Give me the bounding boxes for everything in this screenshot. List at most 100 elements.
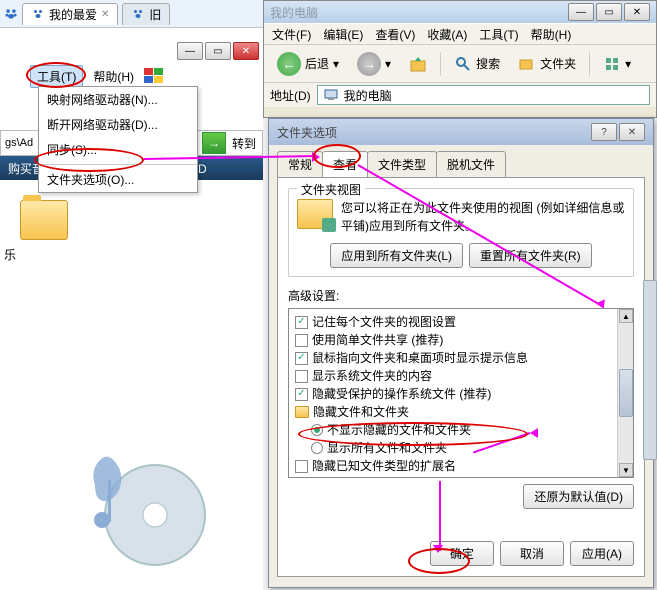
menu-view[interactable]: 查看(V): [375, 26, 415, 43]
tree-item-show-system[interactable]: 显示系统文件夹的内容: [295, 367, 611, 385]
checkbox-icon[interactable]: [295, 316, 308, 329]
minimize-button[interactable]: —: [568, 3, 594, 21]
apply-button[interactable]: 应用(A): [570, 541, 634, 566]
views-icon: [603, 55, 621, 73]
tab-general[interactable]: 常规: [277, 151, 323, 177]
menu-help[interactable]: 帮助(H): [531, 26, 572, 43]
tab-label: 我的最爱: [49, 6, 97, 23]
folder-view-icon: [297, 199, 333, 229]
cancel-button[interactable]: 取消: [500, 541, 564, 566]
browser-tab-bar: 我的最爱 ✕ 旧: [0, 0, 263, 28]
search-button[interactable]: 搜索: [447, 50, 507, 78]
chevron-down-icon: ▾: [625, 57, 631, 71]
close-button[interactable]: ✕: [619, 123, 645, 141]
close-button[interactable]: ✕: [233, 42, 259, 60]
views-button[interactable]: ▾: [596, 50, 638, 78]
minimize-button[interactable]: —: [177, 42, 203, 60]
menu-disconnect-drive[interactable]: 断开网络驱动器(D)...: [39, 112, 197, 137]
menu-folder-options[interactable]: 文件夹选项(O)...: [39, 167, 197, 192]
up-button[interactable]: [402, 50, 434, 78]
tree-item-show-all-hidden[interactable]: 显示所有文件和文件夹: [295, 439, 611, 457]
tree-item-dont-show-hidden[interactable]: 不显示隐藏的文件和文件夹: [295, 421, 611, 439]
chevron-down-icon: ▾: [333, 57, 339, 71]
scroll-thumb[interactable]: [619, 369, 633, 417]
apply-all-folders-button[interactable]: 应用到所有文件夹(L): [330, 243, 463, 268]
tree-item-hover-tips[interactable]: 鼠标指向文件夹和桌面项时显示提示信息: [295, 349, 611, 367]
menu-favorites[interactable]: 收藏(A): [427, 26, 467, 43]
tab-favorites[interactable]: 我的最爱 ✕: [22, 3, 118, 25]
advanced-settings-label: 高级设置:: [288, 287, 634, 304]
folder-options-dialog: 文件夹选项 ? ✕ 常规 查看 文件类型 脱机文件 文件夹视图 您可以将正在为此…: [268, 118, 654, 588]
goto-label: 转到: [226, 135, 262, 152]
menu-tools[interactable]: 工具(T): [479, 26, 518, 43]
menu-edit[interactable]: 编辑(E): [323, 26, 363, 43]
tab-offline[interactable]: 脱机文件: [436, 151, 506, 177]
tools-dropdown-menu: 映射网络驱动器(N)... 断开网络驱动器(D)... 同步(S)... 文件夹…: [38, 86, 198, 193]
menu-help[interactable]: 帮助(H): [87, 66, 140, 87]
checkbox-icon[interactable]: [295, 370, 308, 383]
tree-content: 记住每个文件夹的视图设置 使用简单文件共享 (推荐) 鼠标指向文件夹和桌面项时显…: [289, 309, 617, 477]
explorer-address-bar: 地址(D) 我的电脑: [264, 83, 656, 107]
folder-icon: [295, 406, 309, 418]
checkbox-icon[interactable]: [295, 334, 308, 347]
explorer-title-bar: 我的电脑 — ▭ ✕: [264, 1, 656, 23]
close-icon[interactable]: ✕: [101, 9, 109, 20]
dialog-title-bar: 文件夹选项 ? ✕: [269, 119, 653, 145]
menu-bar: 工具(T) 帮助(H): [24, 64, 170, 88]
maximize-button[interactable]: ▭: [596, 3, 622, 21]
address-box[interactable]: 我的电脑: [317, 85, 650, 105]
tree-item-remember-view[interactable]: 记住每个文件夹的视图设置: [295, 313, 611, 331]
folders-icon: [518, 55, 536, 73]
tab-old[interactable]: 旧: [122, 3, 170, 25]
ok-button[interactable]: 确定: [430, 541, 494, 566]
explorer-menu-bar: 文件(F) 编辑(E) 查看(V) 收藏(A) 工具(T) 帮助(H): [264, 23, 656, 45]
checkbox-icon[interactable]: [295, 352, 308, 365]
tree-item-color-ntfs[interactable]: 用彩色显示加密或压缩的 NTFS 文件: [295, 475, 611, 478]
reset-all-folders-button[interactable]: 重置所有文件夹(R): [469, 243, 592, 268]
back-button[interactable]: ← 后退 ▾: [270, 47, 346, 81]
forward-arrow-icon: →: [357, 52, 381, 76]
menu-map-drive[interactable]: 映射网络驱动器(N)...: [39, 87, 197, 112]
computer-icon: [322, 86, 340, 104]
radio-icon[interactable]: [311, 442, 323, 454]
restore-defaults-button[interactable]: 还原为默认值(D): [523, 484, 634, 509]
help-button[interactable]: ?: [591, 123, 617, 141]
menu-sync[interactable]: 同步(S)...: [39, 137, 197, 162]
maximize-button[interactable]: ▭: [205, 42, 231, 60]
folder-up-icon: [409, 55, 427, 73]
window-controls: — ▭ ✕: [177, 42, 259, 60]
dialog-tabs: 常规 查看 文件类型 脱机文件: [269, 145, 653, 177]
folders-button[interactable]: 文件夹: [511, 50, 583, 78]
address-label: 地址(D): [270, 87, 311, 104]
explorer-toolbar: ← 后退 ▾ → ▾ 搜索 文件夹 ▾: [264, 45, 656, 83]
forward-button[interactable]: → ▾: [350, 47, 398, 81]
folder-view-group: 文件夹视图 您可以将正在为此文件夹使用的视图 (例如详细信息或平铺)应用到所有文…: [288, 188, 634, 277]
address-value: 我的电脑: [344, 87, 392, 104]
tree-item-simple-sharing[interactable]: 使用简单文件共享 (推荐): [295, 331, 611, 349]
tab-label: 旧: [149, 6, 161, 23]
tab-filetypes[interactable]: 文件类型: [367, 151, 437, 177]
go-button[interactable]: →: [202, 132, 226, 154]
advanced-settings-tree: 记住每个文件夹的视图设置 使用简单文件共享 (推荐) 鼠标指向文件夹和桌面项时显…: [288, 308, 634, 478]
folder-view-description: 您可以将正在为此文件夹使用的视图 (例如详细信息或平铺)应用到所有文件夹。: [341, 199, 625, 235]
tree-item-hide-protected[interactable]: 隐藏受保护的操作系统文件 (推荐): [295, 385, 611, 403]
checkbox-icon[interactable]: [295, 388, 308, 401]
menu-file[interactable]: 文件(F): [272, 26, 311, 43]
scroll-up-icon[interactable]: ▲: [619, 309, 633, 323]
tab-view[interactable]: 查看: [322, 151, 368, 177]
back-label: 后退: [305, 55, 329, 72]
dialog-footer: 确定 取消 应用(A): [430, 541, 634, 566]
checkbox-icon[interactable]: [295, 460, 308, 473]
close-button[interactable]: ✕: [624, 3, 650, 21]
menu-tools[interactable]: 工具(T): [30, 65, 83, 88]
folder-icon[interactable]: [20, 200, 68, 240]
search-icon: [454, 55, 472, 73]
tree-item-hide-extensions[interactable]: 隐藏已知文件类型的扩展名: [295, 457, 611, 475]
paw-icon: [131, 7, 145, 21]
scroll-down-icon[interactable]: ▼: [619, 463, 633, 477]
page-scrollbar[interactable]: [643, 280, 657, 460]
radio-icon[interactable]: [311, 424, 323, 436]
checkbox-icon[interactable]: [295, 478, 308, 479]
tree-scrollbar[interactable]: ▲ ▼: [617, 309, 633, 477]
tree-item-hidden-group[interactable]: 隐藏文件和文件夹: [295, 403, 611, 421]
